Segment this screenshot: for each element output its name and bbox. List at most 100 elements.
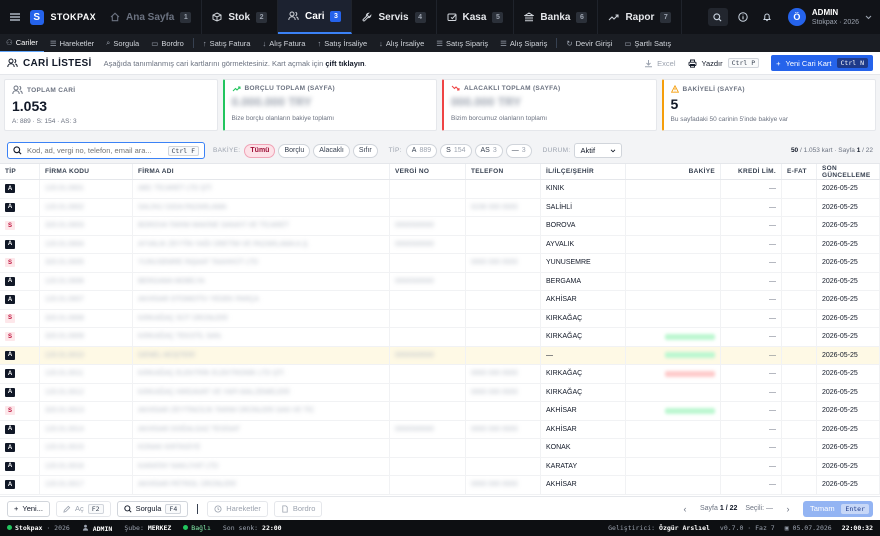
table-row[interactable]: A 120.01.0011 KIRKAĞAÇ ELEKTRİK ELEKTRONİK…: [0, 365, 880, 384]
tip-chip[interactable]: S 154: [440, 143, 472, 158]
cell-name: KONAK KIRTASİYE: [133, 439, 390, 457]
table-row[interactable]: A 120.01.0001 ABC TİCARET LTD ŞTİ KINIK — 202…: [0, 180, 880, 199]
cell-kredi: —: [721, 291, 782, 309]
cell-il: KONAK: [541, 439, 626, 457]
table-row[interactable]: A 120.01.0016 KARATAY NAKLİYAT LTD KARATAY —…: [0, 457, 880, 476]
hamburger-menu-icon[interactable]: [0, 0, 30, 34]
cell-code: 320.01.0013: [40, 402, 133, 420]
table-row[interactable]: A 120.01.0007 AKHİSAR OTOMOTİV YEDEK PARÇA…: [0, 291, 880, 310]
table-row[interactable]: A 120.01.0015 KONAK KIRTASİYE KONAK — 2026-05…: [0, 439, 880, 458]
subnav-item-11[interactable]: ▭ Şartlı Satış: [618, 34, 677, 52]
cell-date: 2026-05-25: [817, 420, 880, 438]
status-user: ADMIN: [82, 524, 112, 533]
column-header[interactable]: FİRMA ADI: [133, 164, 390, 179]
subnav-item-4[interactable]: ↑ Satış Fatura: [197, 34, 257, 52]
search-shortcut: Ctrl F: [167, 145, 199, 156]
moves-button[interactable]: Hareketler: [207, 500, 268, 517]
new-cari-button[interactable]: + Yeni Cari Kart Ctrl N: [771, 55, 873, 71]
new-button[interactable]: + Yeni...: [7, 500, 50, 517]
next-page-icon[interactable]: ›: [781, 504, 795, 514]
query-button[interactable]: Sorgula F4: [116, 500, 189, 517]
column-header[interactable]: VERGİ NO: [390, 164, 466, 179]
subnav-item-8[interactable]: ☰ Satış Sipariş: [430, 34, 494, 52]
table-row[interactable]: S 320.01.0003 BOROVA TARIM MAKİNE SANAYİ V…: [0, 217, 880, 236]
type-badge: S: [5, 406, 15, 416]
table-row[interactable]: A 120.01.0004 AYVALIK ZEYTİN YAĞI ÜRETİM V…: [0, 235, 880, 254]
column-header[interactable]: BAKİYE: [626, 164, 721, 179]
cell-vergi: [390, 439, 466, 457]
prev-page-icon[interactable]: ‹: [678, 504, 692, 514]
bakiye-chip[interactable]: Alacaklı: [313, 143, 350, 158]
notification-bell-icon[interactable]: [758, 8, 776, 26]
table-row[interactable]: A 120.01.0012 KIRKAĞAÇ HIRDAVAT VE YAPI MA…: [0, 383, 880, 402]
subnav-item-0[interactable]: ⚇ Cariler: [0, 34, 44, 52]
cell-vergi: 0000000000: [390, 346, 466, 364]
tab-banka[interactable]: Banka 6: [514, 0, 599, 34]
tab-ana-sayfa[interactable]: Ana Sayfa 1: [100, 0, 203, 34]
table-row[interactable]: S 320.01.0009 KIRKAĞAÇ TEKSTİL SAN. KIRKAĞA…: [0, 328, 880, 347]
bakiye-chip[interactable]: Sıfır: [352, 143, 378, 158]
print-button[interactable]: Yazdır Ctrl P: [688, 58, 760, 68]
table-row[interactable]: A 120.01.0002 SALİHLİ GIDA PAZARLAMA 0236 0…: [0, 198, 880, 217]
bordro-button[interactable]: Bordro: [273, 500, 323, 517]
cell-code: 120.01.0007: [40, 291, 133, 309]
subnav-item-2[interactable]: ⌕ Sorgula: [100, 34, 145, 52]
cell-tel: [466, 346, 541, 364]
cell-name: SALİHLİ GIDA PAZARLAMA: [133, 198, 390, 216]
cell-vergi: [390, 365, 466, 383]
table-row[interactable]: S 320.01.0008 KIRKAĞAÇ SÜT ÜRÜNLERİ KIRKAĞA…: [0, 309, 880, 328]
cell-tel: [466, 309, 541, 327]
tip-chip[interactable]: A 889: [405, 143, 438, 158]
subnav-label: Sorgula: [113, 38, 140, 48]
search-box[interactable]: Ctrl F: [7, 142, 205, 159]
column-header[interactable]: KREDİ LİM.: [721, 164, 782, 179]
bakiye-chip[interactable]: Borçlu: [278, 143, 311, 158]
subnav-item-5[interactable]: ↓ Alış Fatura: [256, 34, 311, 52]
tab-stok[interactable]: Stok 2: [202, 0, 279, 34]
subnav-item-7[interactable]: ↓ Alış İrsaliye: [373, 34, 430, 52]
tab-cari[interactable]: Cari 3: [278, 0, 353, 34]
open-button[interactable]: Aç F2: [55, 500, 111, 517]
subnav-label: Alış İrsaliye: [385, 38, 425, 48]
subnav-item-6[interactable]: ↑ Satış İrsaliye: [311, 34, 373, 52]
users-icon: ⚇: [6, 38, 13, 47]
cell-efat: [782, 383, 817, 401]
bakiye-chip[interactable]: Tümü: [244, 143, 276, 158]
subnav-item-3[interactable]: ▭ Bordro: [145, 34, 190, 52]
column-header[interactable]: İL/İLÇE/ŞEHİR: [541, 164, 626, 179]
ok-button[interactable]: Tamam Enter: [803, 500, 873, 517]
column-header[interactable]: TİP: [0, 164, 40, 179]
info-icon[interactable]: [734, 8, 752, 26]
column-header[interactable]: TELEFON: [466, 164, 541, 179]
subnav-item-9[interactable]: ☰ Alış Sipariş: [494, 34, 553, 52]
subnav-item-1[interactable]: ☰ Hareketler: [44, 34, 100, 52]
table-row[interactable]: A 120.01.0010 GENEL MÜŞTERİ 0000000000 — — 202…: [0, 346, 880, 365]
table-row[interactable]: A 120.01.0006 BERGAMA MOBİLYA 0000000000 BER…: [0, 272, 880, 291]
excel-export-button[interactable]: Excel: [644, 59, 676, 68]
tab-shortcut: 1: [180, 11, 192, 23]
cell-name: BOROVA TARIM MAKİNE SANAYİ VE TİCARET: [133, 217, 390, 235]
table-row[interactable]: A 120.01.0017 AKHİSAR PETROL ÜRÜNLERİ 0000 …: [0, 476, 880, 495]
tab-servis[interactable]: Servis 4: [352, 0, 437, 34]
tab-label: Banka: [540, 11, 571, 23]
tip-chip[interactable]: AS 3: [474, 143, 503, 158]
global-search-icon[interactable]: [707, 8, 728, 26]
tab-rapor[interactable]: Rapor 7: [598, 0, 683, 34]
tab-label: Kasa: [462, 11, 487, 23]
cell-code: 120.01.0011: [40, 365, 133, 383]
table-row[interactable]: S 320.01.0005 YUNUSEMRE İNŞAAT TAAHHÜT LTD…: [0, 254, 880, 273]
search-input[interactable]: [27, 146, 163, 155]
cell-tel: 0000 000 0000: [466, 365, 541, 383]
table-row[interactable]: A 120.01.0014 AKHİSAR DOĞALGAZ TESİSAT 0000…: [0, 420, 880, 439]
tip-chip[interactable]: —3: [505, 143, 532, 158]
subnav-item-10[interactable]: ↻ Devir Girişi: [560, 34, 618, 52]
table-row[interactable]: S 320.01.0013 AKHİSAR ZEYTİNCİLİK TARIM ÜR…: [0, 402, 880, 421]
column-header[interactable]: FİRMA KODU: [40, 164, 133, 179]
type-badge: S: [5, 221, 15, 231]
tab-kasa[interactable]: Kasa 5: [437, 0, 515, 34]
type-badge: A: [5, 202, 15, 212]
user-menu[interactable]: Ö ADMIN Stokpax · 2026: [787, 8, 872, 27]
column-header[interactable]: E-FAT: [782, 164, 817, 179]
durum-select[interactable]: Aktif: [574, 143, 623, 158]
column-header[interactable]: SON GÜNCELLEME: [817, 164, 880, 179]
